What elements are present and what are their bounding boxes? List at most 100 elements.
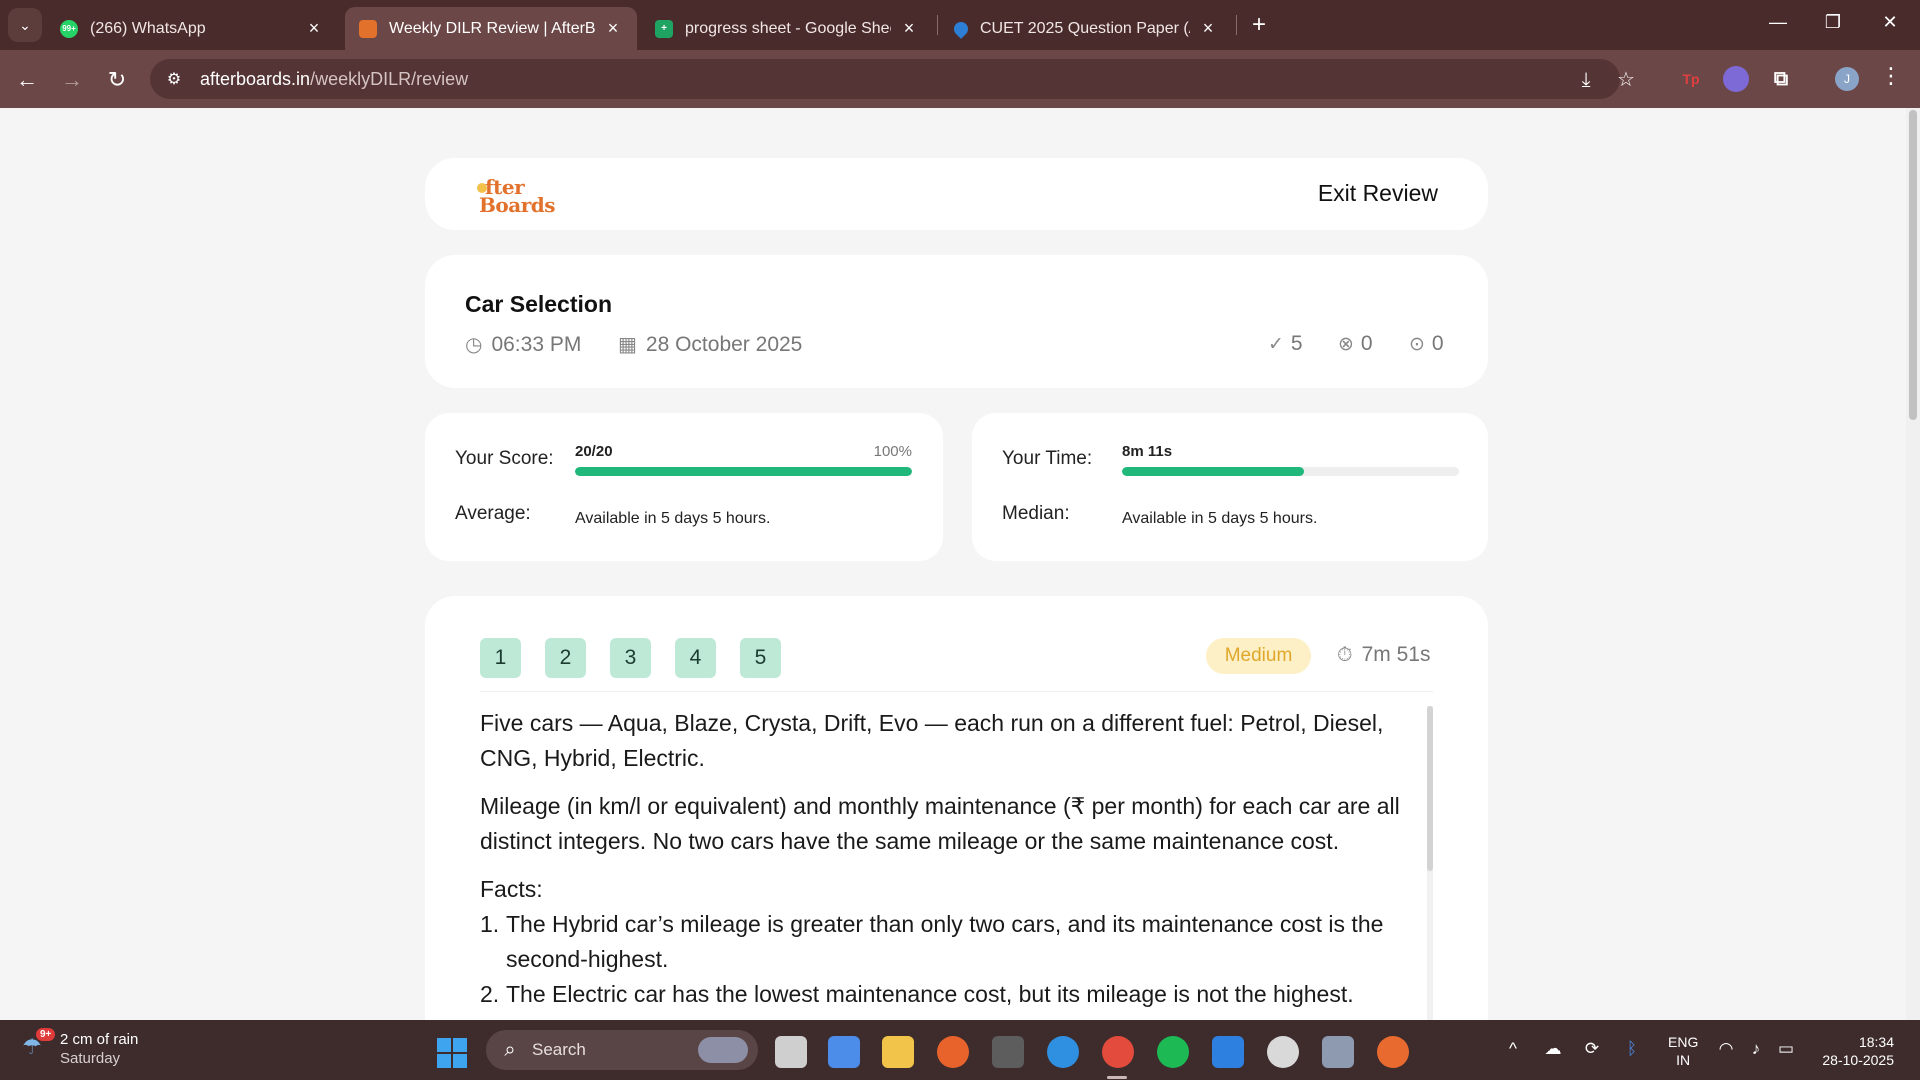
sync-icon[interactable]: ⟳ — [1580, 1039, 1604, 1059]
weather-subtitle: Saturday — [60, 1050, 121, 1067]
passage-scrollbar[interactable] — [1427, 706, 1433, 1020]
tab-afterboards[interactable]: Weekly DILR Review | AfterBoards × — [345, 7, 637, 50]
copilot-icon[interactable] — [828, 1036, 860, 1068]
close-icon[interactable]: × — [603, 18, 623, 39]
volume-icon[interactable]: ♪ — [1744, 1039, 1768, 1059]
media-app-icon[interactable] — [1377, 1036, 1409, 1068]
passage-scroll-thumb[interactable] — [1427, 706, 1433, 871]
url-text[interactable]: afterboards.in/weeklyDILR/review — [200, 69, 468, 90]
assistant-extension-icon[interactable] — [1723, 66, 1749, 92]
question-number-button[interactable]: 4 — [675, 638, 716, 678]
wrong-count: ⊗ 0 — [1338, 332, 1373, 356]
active-app-indicator — [1107, 1076, 1127, 1079]
spotify-icon[interactable] — [1157, 1036, 1189, 1068]
reload-icon[interactable]: ↻ — [102, 65, 132, 95]
question-time: ⏱ 7m 51s — [1337, 643, 1430, 667]
todo-icon[interactable] — [1212, 1036, 1244, 1068]
tp-extension-icon[interactable]: Tp — [1678, 66, 1704, 92]
close-icon[interactable]: × — [1198, 18, 1218, 39]
question-number-button[interactable]: 2 — [545, 638, 586, 678]
close-icon[interactable]: × — [899, 18, 919, 39]
time-progress-track — [1122, 467, 1459, 476]
fact-item: 2. The Electric car has the lowest maint… — [480, 977, 1425, 1012]
site-header: fter Boards Exit Review — [425, 158, 1488, 230]
page-scrollbar[interactable] — [1906, 108, 1920, 1020]
correct-count-text: 5 — [1290, 332, 1303, 355]
firefox-icon[interactable] — [937, 1036, 969, 1068]
score-bar: 20/20 100% — [575, 443, 912, 476]
weather-title: 2 cm of rain — [60, 1031, 139, 1048]
fact-text: The Electric car has the lowest maintena… — [506, 981, 1354, 1007]
region-code: IN — [1676, 1052, 1691, 1068]
fact-number: 1. — [480, 911, 500, 937]
question-time-text: 7m 51s — [1361, 643, 1431, 666]
taskbar-search[interactable]: ⌕ Search — [486, 1030, 758, 1070]
page-scroll-thumb[interactable] — [1909, 110, 1917, 420]
question-navigator: 1 2 3 4 5 — [480, 638, 805, 678]
attempt-date-text: 28 October 2025 — [645, 332, 803, 356]
bluetooth-icon[interactable]: ᛒ — [1620, 1039, 1644, 1059]
tab-cuet[interactable]: CUET 2025 Question Paper (Available) × — [940, 7, 1232, 50]
tab-search-button[interactable]: ⌄ — [8, 8, 42, 42]
score-progress-track — [575, 467, 912, 476]
edge-icon[interactable] — [1047, 1036, 1079, 1068]
back-arrow-icon[interactable]: ← — [12, 65, 42, 95]
score-card: Your Score: 20/20 100% Average: Availabl… — [425, 413, 943, 561]
exit-review-button[interactable]: Exit Review — [1318, 180, 1438, 207]
windows-start-icon[interactable] — [437, 1038, 467, 1068]
logo-text-bottom: Boards — [479, 193, 555, 217]
calendar-app-icon[interactable] — [992, 1036, 1024, 1068]
bookmark-star-icon[interactable]: ☆ — [1613, 67, 1639, 93]
median-value: Available in 5 days 5 hours. — [1122, 510, 1318, 527]
afterboards-logo[interactable]: fter Boards — [477, 175, 577, 217]
question-number-button[interactable]: 1 — [480, 638, 521, 678]
fact-number: 2. — [480, 981, 500, 1007]
time-bar: 8m 11s — [1122, 443, 1459, 476]
tab-whatsapp[interactable]: 99+ (266) WhatsApp × — [46, 7, 338, 50]
file-explorer-icon[interactable] — [882, 1036, 914, 1068]
close-icon[interactable]: × — [304, 18, 324, 39]
time-card: Your Time: 8m 11s Median: Available in 5… — [972, 413, 1488, 561]
url-path: /weeklyDILR/review — [310, 68, 469, 89]
clock-date: 28-10-2025 — [1822, 1052, 1894, 1068]
chevron-up-icon[interactable]: ^ — [1501, 1039, 1525, 1059]
average-label: Average: — [455, 503, 531, 524]
restore-icon[interactable]: ❐ — [1818, 12, 1848, 33]
battery-icon[interactable]: ▭ — [1774, 1039, 1798, 1059]
install-app-icon[interactable]: ⤓ — [1573, 67, 1599, 93]
chrome-icon[interactable] — [1102, 1036, 1134, 1068]
language-indicator[interactable]: ENG IN — [1668, 1033, 1698, 1069]
extensions-puzzle-icon[interactable]: ⧉ — [1768, 66, 1794, 92]
clock-app-icon[interactable] — [1267, 1036, 1299, 1068]
browser-toolbar: ← → ↻ ⚙ afterboards.in/weeklyDILR/review… — [0, 50, 1920, 108]
attempt-date: ▦ 28 October 2025 — [618, 332, 802, 357]
question-number-button[interactable]: 5 — [740, 638, 781, 678]
skipped-count-text: 0 — [1431, 332, 1444, 355]
time-value: 8m 11s — [1122, 443, 1173, 460]
site-info-icon[interactable]: ⚙ — [162, 69, 186, 89]
profile-avatar[interactable]: J — [1835, 67, 1859, 91]
tab-google-sheets[interactable]: + progress sheet - Google Sheets × — [641, 7, 933, 50]
median-label: Median: — [1002, 503, 1070, 524]
wrong-count-text: 0 — [1360, 332, 1373, 355]
forward-arrow-icon[interactable]: → — [57, 65, 87, 95]
close-window-icon[interactable]: ✕ — [1875, 12, 1905, 33]
address-bar[interactable]: ⚙ afterboards.in/weeklyDILR/review ⤓ ☆ — [150, 59, 1635, 99]
task-view-icon[interactable] — [775, 1036, 807, 1068]
facts-list: 1. The Hybrid car’s mileage is greater t… — [480, 907, 1425, 1012]
system-clock[interactable]: 18:34 28-10-2025 — [1812, 1033, 1894, 1069]
wifi-icon[interactable]: ◠ — [1714, 1039, 1738, 1059]
menu-kebab-icon[interactable]: ⋮ — [1880, 63, 1902, 89]
question-number-button[interactable]: 3 — [610, 638, 651, 678]
tab-title: Weekly DILR Review | AfterBoards — [389, 19, 595, 37]
stopwatch-icon: ⏱ — [1337, 643, 1353, 666]
tab-separator — [937, 15, 938, 35]
passage-paragraph: Mileage (in km/l or equivalent) and mont… — [480, 793, 1400, 854]
weather-widget[interactable]: ☂ 9+ 2 cm of rain Saturday — [22, 1028, 139, 1068]
score-percent: 100% — [873, 443, 912, 460]
onedrive-icon[interactable]: ☁ — [1541, 1039, 1565, 1059]
snipping-tool-icon[interactable] — [1322, 1036, 1354, 1068]
browser-tab-bar: ⌄ 99+ (266) WhatsApp × Weekly DILR Revie… — [0, 0, 1920, 50]
new-tab-button[interactable]: + — [1244, 10, 1274, 40]
minimize-icon[interactable]: — — [1763, 12, 1793, 33]
